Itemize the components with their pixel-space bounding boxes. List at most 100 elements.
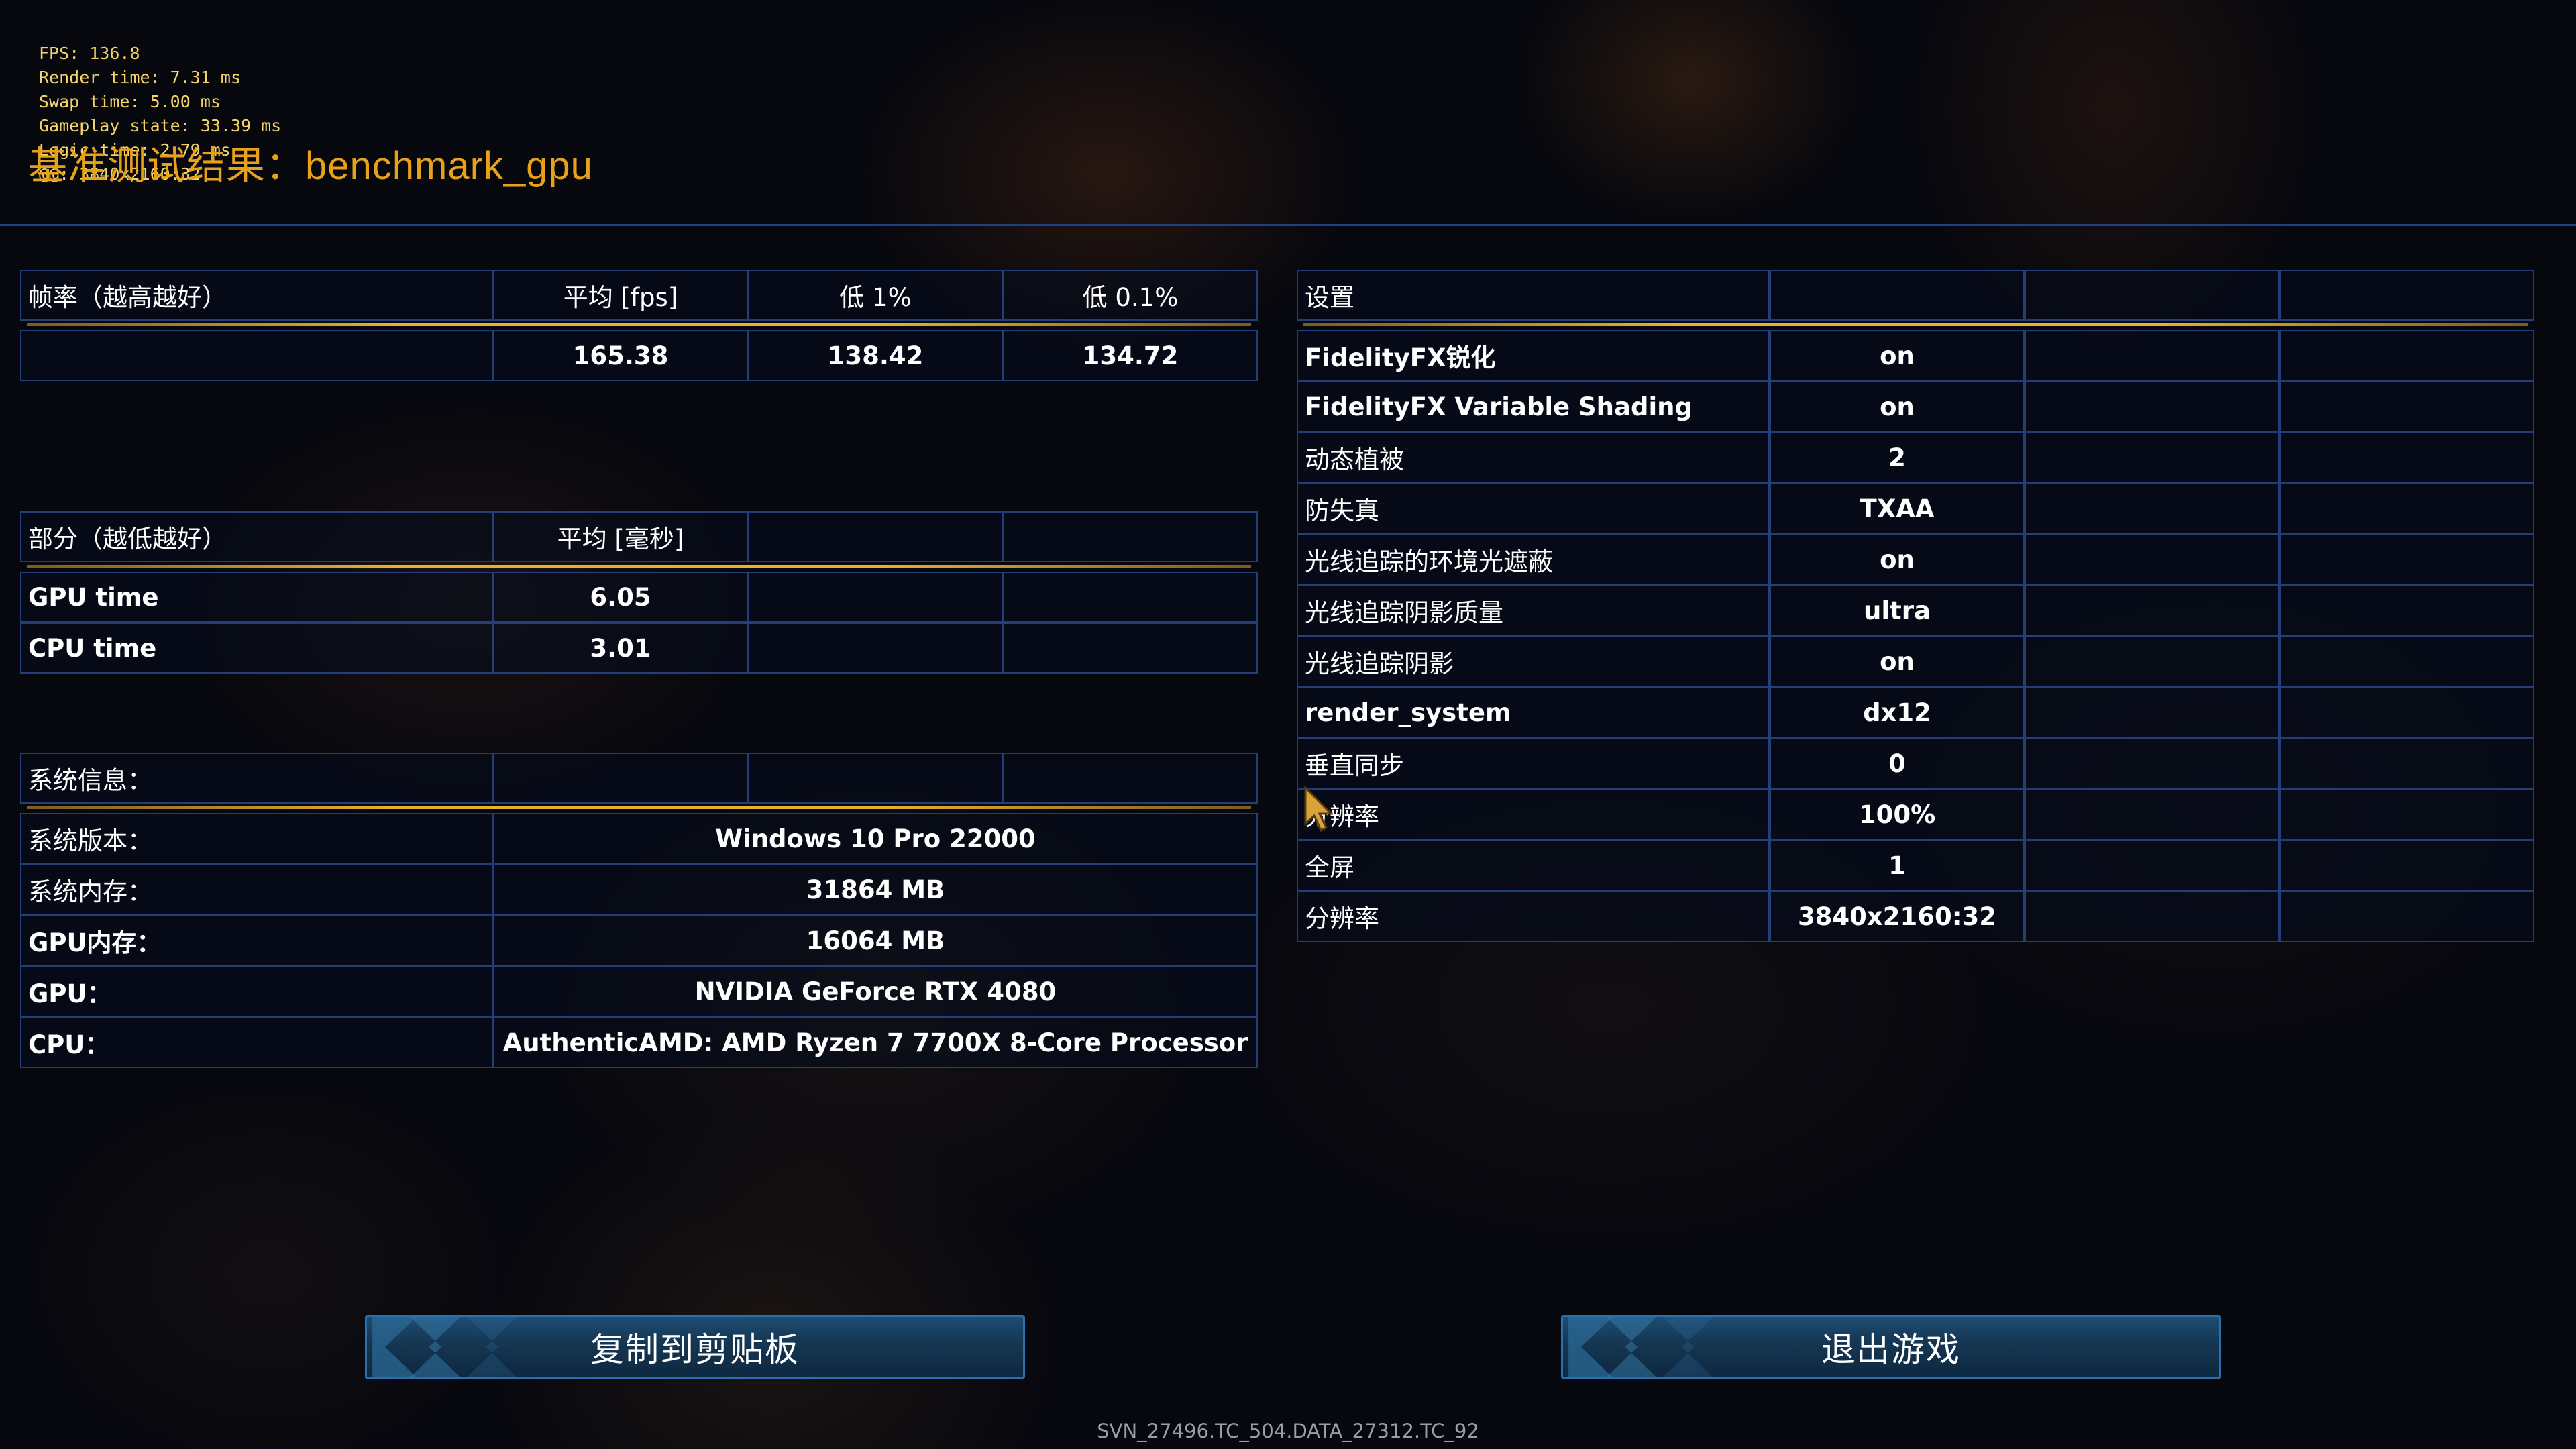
setting-value: TXAA (1770, 483, 2025, 534)
exit-game-button[interactable]: 退出游戏 (1561, 1315, 2221, 1379)
section-label-cpu-time: CPU time (20, 623, 493, 674)
empty-cell (2279, 483, 2534, 534)
setting-label: render_system (1297, 687, 1770, 738)
setting-label: 光线追踪的环境光遮蔽 (1297, 534, 1770, 585)
sysinfo-value-memory: 31864 MB (493, 864, 1258, 915)
framerate-header-low01: 低 0.1% (1003, 270, 1258, 321)
sysinfo-value-cpu: AuthenticAMD: AMD Ryzen 7 7700X 8-Core P… (493, 1017, 1258, 1068)
setting-value: dx12 (1770, 687, 2025, 738)
sections-header-label: 部分（越低越好） (20, 511, 493, 562)
empty-cell (2279, 330, 2534, 381)
empty-cell (1770, 270, 2025, 321)
empty-cell (2279, 738, 2534, 789)
page-title: 基准测试结果：benchmark_gpu (28, 144, 593, 188)
empty-cell (2025, 432, 2279, 483)
framerate-low1-value: 138.42 (748, 330, 1003, 381)
framerate-avg-value: 165.38 (493, 330, 748, 381)
empty-cell (2279, 381, 2534, 432)
empty-cell (2025, 891, 2279, 942)
framerate-header-avg: 平均 [fps] (493, 270, 748, 321)
empty-cell (1003, 753, 1258, 804)
sysinfo-value-os: Windows 10 Pro 22000 (493, 813, 1258, 864)
empty-cell (2025, 534, 2279, 585)
empty-cell (2279, 432, 2534, 483)
sysinfo-value-gpu: NVIDIA GeForce RTX 4080 (493, 966, 1258, 1017)
empty-cell (748, 623, 1003, 674)
section-label-gpu-time: GPU time (20, 572, 493, 623)
setting-value: 2 (1770, 432, 2025, 483)
setting-label: 动态植被 (1297, 432, 1770, 483)
empty-cell (1003, 572, 1258, 623)
settings-table: 设置 FidelityFX锐化 on FidelityFX Variable Sh… (1297, 270, 2534, 942)
sections-header-avg: 平均 [毫秒] (493, 511, 748, 562)
settings-header: 设置 (1297, 270, 1770, 321)
header-separator (27, 323, 1251, 326)
setting-label: 全屏 (1297, 840, 1770, 891)
setting-label: 光线追踪阴影 (1297, 636, 1770, 687)
empty-cell (2025, 636, 2279, 687)
empty-cell (2279, 270, 2534, 321)
empty-cell (2025, 381, 2279, 432)
empty-cell (2025, 585, 2279, 636)
exit-button-label: 退出游戏 (1821, 1330, 1961, 1369)
copy-button-label: 复制到剪贴板 (590, 1330, 800, 1369)
setting-value: 1 (1770, 840, 2025, 891)
fps-readout: FPS: 136.8 (39, 44, 140, 63)
empty-cell (748, 753, 1003, 804)
sysinfo-header: 系统信息： (20, 753, 493, 804)
empty-cell (2025, 483, 2279, 534)
setting-value: on (1770, 381, 2025, 432)
framerate-table: 帧率（越高越好） 平均 [fps] 低 1% 低 0.1% 165.38 138… (20, 270, 1258, 381)
sections-header-empty (1003, 511, 1258, 562)
empty-cell (2279, 687, 2534, 738)
sysinfo-label-cpu: CPU： (20, 1017, 493, 1068)
build-version: SVN_27496.TC_504.DATA_27312.TC_92 (1097, 1419, 1479, 1442)
sysinfo-label-os: 系统版本： (20, 813, 493, 864)
empty-cell (2279, 534, 2534, 585)
button-chevron-decoration (1568, 1317, 1713, 1377)
setting-label: FidelityFX锐化 (1297, 330, 1770, 381)
setting-label: 光线追踪阴影质量 (1297, 585, 1770, 636)
empty-cell (2279, 840, 2534, 891)
setting-label: 垂直同步 (1297, 738, 1770, 789)
setting-value: 3840x2160:32 (1770, 891, 2025, 942)
sysinfo-label-gpu-memory: GPU内存： (20, 915, 493, 966)
empty-cell (2025, 270, 2279, 321)
header-separator (27, 565, 1251, 568)
header-separator (1303, 323, 2528, 326)
sections-table: 部分（越低越好） 平均 [毫秒] GPU time 6.05 CPU time … (20, 511, 1258, 674)
setting-label: 分辨率 (1297, 891, 1770, 942)
button-chevron-decoration (372, 1317, 517, 1377)
sysinfo-table: 系统信息： 系统版本： Windows 10 Pro 22000 系统内存： 3… (20, 753, 1258, 1068)
section-value-cpu-time: 3.01 (493, 623, 748, 674)
copy-to-clipboard-button[interactable]: 复制到剪贴板 (365, 1315, 1025, 1379)
setting-label: 分辨率 (1297, 789, 1770, 840)
empty-cell (748, 572, 1003, 623)
empty-cell (2025, 840, 2279, 891)
render-time-readout: Render time: 7.31 ms (39, 68, 241, 87)
framerate-header-low1: 低 1% (748, 270, 1003, 321)
setting-value: on (1770, 330, 2025, 381)
setting-value: on (1770, 534, 2025, 585)
title-divider (0, 224, 2576, 226)
empty-cell (2025, 330, 2279, 381)
framerate-low01-value: 134.72 (1003, 330, 1258, 381)
empty-cell (493, 753, 748, 804)
setting-label: FidelityFX Variable Shading (1297, 381, 1770, 432)
sysinfo-value-gpu-memory: 16064 MB (493, 915, 1258, 966)
swap-time-readout: Swap time: 5.00 ms (39, 92, 221, 111)
framerate-row-label (20, 330, 493, 381)
empty-cell (2025, 738, 2279, 789)
empty-cell (2279, 789, 2534, 840)
empty-cell (2025, 789, 2279, 840)
setting-value: ultra (1770, 585, 2025, 636)
empty-cell (1003, 623, 1258, 674)
setting-value: on (1770, 636, 2025, 687)
framerate-header-label: 帧率（越高越好） (20, 270, 493, 321)
mouse-cursor-icon (1304, 786, 1334, 833)
setting-value: 0 (1770, 738, 2025, 789)
setting-value: 100% (1770, 789, 2025, 840)
empty-cell (2279, 891, 2534, 942)
header-separator (27, 806, 1251, 809)
empty-cell (2279, 585, 2534, 636)
